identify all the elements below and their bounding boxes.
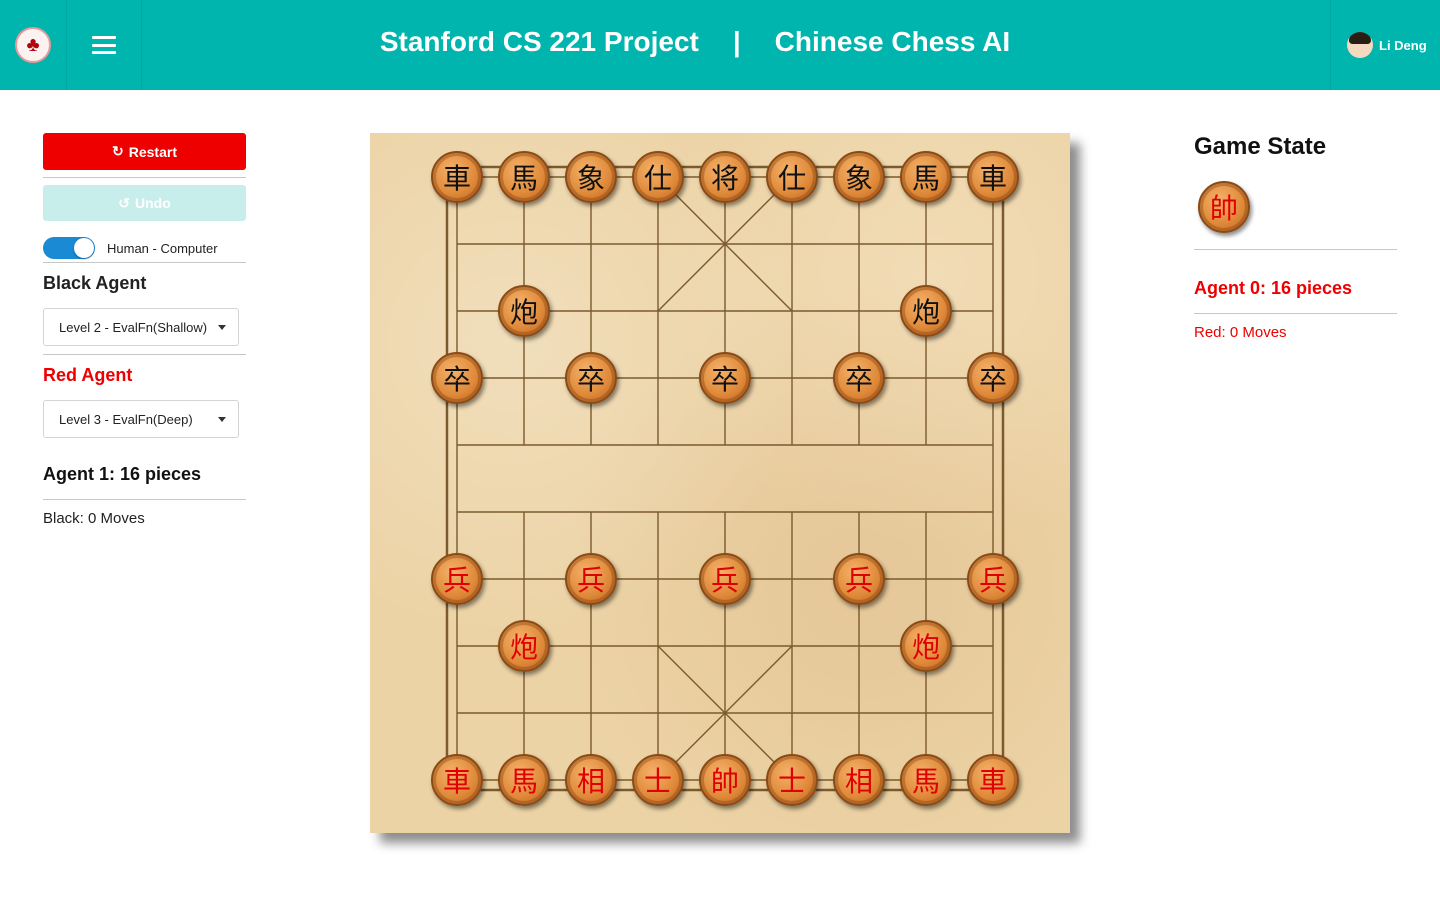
agent0-pieces: Agent 0: 16 pieces xyxy=(1194,278,1353,298)
divider xyxy=(1194,249,1397,250)
agent1-pieces: Agent 1: 16 pieces xyxy=(43,464,202,484)
red-piece[interactable]: 相 xyxy=(565,754,617,806)
black-agent-select[interactable]: Level 2 - EvalFn(Shallow) xyxy=(43,308,239,346)
red-piece[interactable]: 帥 xyxy=(699,754,751,806)
red-piece[interactable]: 士 xyxy=(632,754,684,806)
black-piece[interactable]: 将 xyxy=(699,151,751,203)
chevron-down-icon xyxy=(218,325,226,330)
restart-label: Restart xyxy=(128,143,177,160)
black-agent-title: Black Agent xyxy=(43,273,147,293)
title-right: Chinese Chess AI xyxy=(774,26,1011,57)
current-turn-piece: 帥 xyxy=(1198,181,1250,233)
black-piece[interactable]: 馬 xyxy=(900,151,952,203)
black-piece[interactable]: 卒 xyxy=(967,352,1019,404)
red-piece[interactable]: 兵 xyxy=(833,553,885,605)
black-piece[interactable]: 炮 xyxy=(498,285,550,337)
chevron-down-icon xyxy=(218,417,226,422)
avatar[interactable] xyxy=(1347,32,1373,58)
divider xyxy=(43,354,246,355)
red-agent-value: Level 3 - EvalFn(Deep) xyxy=(59,411,193,427)
red-piece[interactable]: 馬 xyxy=(900,754,952,806)
divider xyxy=(43,262,246,263)
restart-button[interactable]: ↻ Restart xyxy=(43,133,246,170)
user-menu[interactable]: Li Deng xyxy=(1330,0,1440,90)
title-separator: | xyxy=(732,26,741,57)
red-piece[interactable]: 兵 xyxy=(565,553,617,605)
control-panel: ↻ Restart ↺ Undo Human - Computer Black … xyxy=(43,133,246,527)
divider xyxy=(43,499,246,500)
black-piece[interactable]: 馬 xyxy=(498,151,550,203)
black-piece[interactable]: 象 xyxy=(565,151,617,203)
chess-board[interactable]: 車馬象仕将仕象馬車炮炮卒卒卒卒卒兵兵兵兵兵炮炮車馬相士帥士相馬車 xyxy=(370,133,1070,833)
black-piece[interactable]: 卒 xyxy=(699,352,751,404)
black-piece[interactable]: 卒 xyxy=(833,352,885,404)
red-piece[interactable]: 車 xyxy=(431,754,483,806)
undo-button[interactable]: ↺ Undo xyxy=(43,185,246,221)
red-piece[interactable]: 兵 xyxy=(699,553,751,605)
refresh-icon: ↻ xyxy=(112,143,124,159)
red-piece[interactable]: 馬 xyxy=(498,754,550,806)
black-piece[interactable]: 卒 xyxy=(565,352,617,404)
mode-toggle[interactable] xyxy=(43,237,95,259)
red-piece[interactable]: 士 xyxy=(766,754,818,806)
undo-icon: ↺ xyxy=(118,194,130,211)
red-moves: Red: 0 Moves xyxy=(1194,324,1287,341)
black-piece[interactable]: 仕 xyxy=(632,151,684,203)
black-piece[interactable]: 車 xyxy=(967,151,1019,203)
red-agent-select[interactable]: Level 3 - EvalFn(Deep) xyxy=(43,400,239,438)
toggle-knob[interactable] xyxy=(74,238,94,258)
title-left: Stanford CS 221 Project xyxy=(379,26,699,57)
black-piece[interactable]: 炮 xyxy=(900,285,952,337)
user-name[interactable]: Li Deng xyxy=(1379,38,1427,53)
red-piece[interactable]: 炮 xyxy=(900,620,952,672)
top-bar: ♣ Stanford CS 221 Project | Chinese Chess … xyxy=(0,0,1440,90)
black-moves: Black: 0 Moves xyxy=(43,510,145,527)
black-piece[interactable]: 仕 xyxy=(766,151,818,203)
black-piece[interactable]: 卒 xyxy=(431,352,483,404)
red-piece[interactable]: 兵 xyxy=(967,553,1019,605)
black-piece[interactable]: 象 xyxy=(833,151,885,203)
game-state-panel: Game State 帥 Agent 0: 16 pieces Red: 0 M… xyxy=(1194,133,1397,341)
red-piece[interactable]: 炮 xyxy=(498,620,550,672)
board-grid xyxy=(445,165,1005,792)
red-piece[interactable]: 車 xyxy=(967,754,1019,806)
red-piece[interactable]: 兵 xyxy=(431,553,483,605)
divider xyxy=(1194,313,1397,314)
black-piece[interactable]: 車 xyxy=(431,151,483,203)
red-agent-title: Red Agent xyxy=(43,365,133,385)
undo-label: Undo xyxy=(134,195,171,211)
page-title: Stanford CS 221 Project | Chinese Chess AI xyxy=(0,26,1390,58)
divider xyxy=(43,177,246,178)
game-state-title: Game State xyxy=(1194,133,1327,160)
red-piece[interactable]: 相 xyxy=(833,754,885,806)
mode-label: Human - Computer xyxy=(107,240,218,256)
black-agent-value: Level 2 - EvalFn(Shallow) xyxy=(59,319,208,335)
